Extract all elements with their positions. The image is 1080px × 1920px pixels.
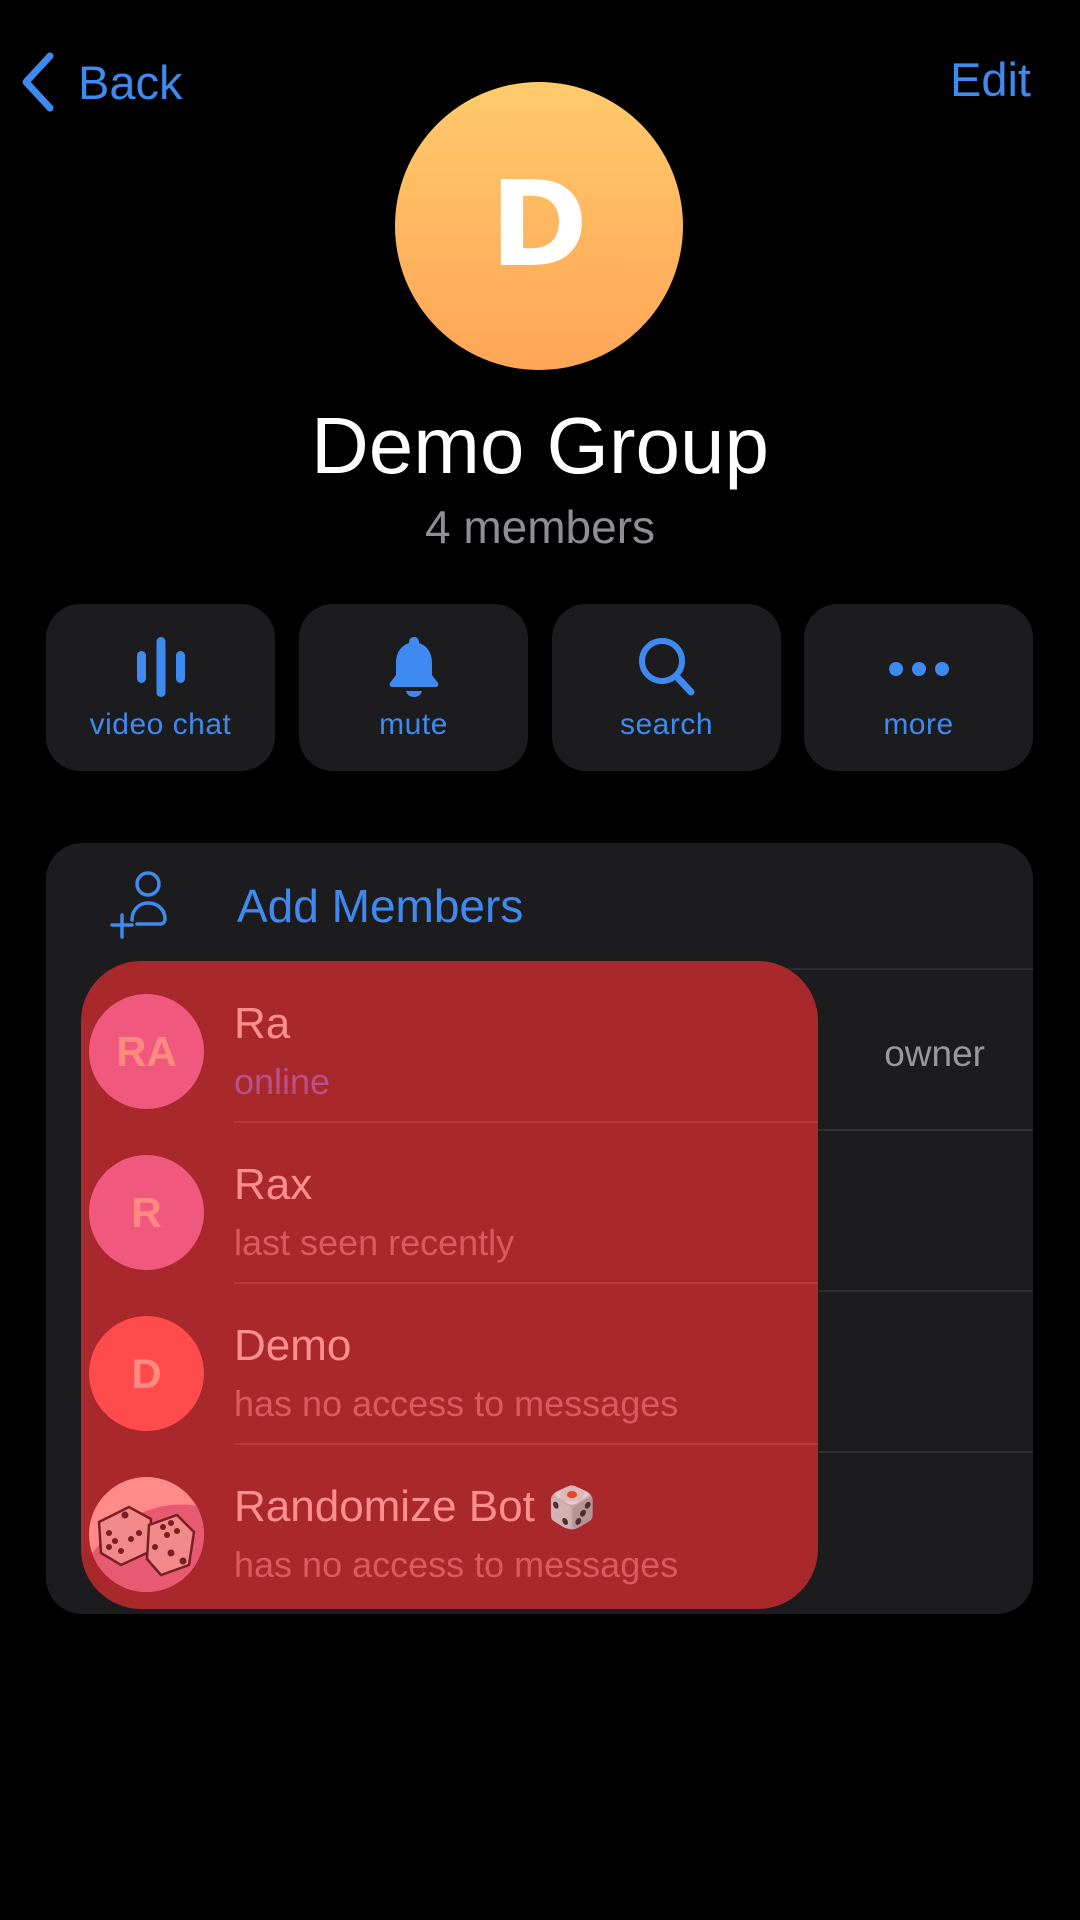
dice-emoji-icon: 🎲 bbox=[547, 1486, 597, 1530]
bell-icon bbox=[389, 637, 438, 697]
member-row-demo[interactable]: D Demo has no access to messages bbox=[81, 1283, 818, 1445]
add-members-button[interactable]: Add Members bbox=[46, 843, 1033, 968]
member-name: Randomize Bot 🎲 bbox=[234, 1482, 597, 1532]
member-status: has no access to messages bbox=[234, 1383, 679, 1424]
member-status: online bbox=[234, 1061, 331, 1102]
member-initials: R bbox=[131, 1188, 162, 1236]
member-count: 4 members bbox=[424, 501, 656, 553]
voice-chat-bars-icon bbox=[136, 637, 185, 697]
chevron-left-icon bbox=[22, 52, 54, 112]
edit-button[interactable]: Edit bbox=[950, 52, 1031, 107]
back-button[interactable]: Back bbox=[18, 44, 183, 120]
member-name: Ra bbox=[234, 999, 291, 1048]
member-avatar: RA bbox=[89, 994, 204, 1109]
owner-badge: owner bbox=[884, 1033, 985, 1074]
back-label: Back bbox=[78, 55, 183, 109]
add-members-label: Add Members bbox=[237, 880, 524, 932]
member-initials: RA bbox=[116, 1027, 177, 1075]
member-name: Demo bbox=[234, 1321, 352, 1370]
bot-avatar bbox=[89, 1477, 204, 1592]
member-row-ra[interactable]: RA Ra online bbox=[81, 961, 818, 1123]
search-button[interactable]: search bbox=[552, 604, 781, 771]
mute-label: mute bbox=[379, 708, 448, 741]
dice-icon bbox=[89, 1504, 204, 1592]
more-button[interactable]: more bbox=[804, 604, 1033, 771]
search-icon bbox=[638, 638, 694, 696]
more-label: more bbox=[883, 708, 954, 741]
member-name: Rax bbox=[234, 1160, 313, 1209]
search-label: search bbox=[619, 708, 714, 741]
member-name-text: Randomize Bot bbox=[234, 1482, 535, 1531]
member-avatar: D bbox=[89, 1316, 204, 1431]
add-person-icon bbox=[110, 871, 167, 939]
member-status: last seen recently bbox=[234, 1222, 515, 1263]
member-selection-overlay: RA Ra online R Rax last seen recently D … bbox=[81, 961, 818, 1609]
group-avatar[interactable]: D bbox=[395, 82, 683, 370]
group-avatar-initial: D bbox=[490, 155, 588, 293]
member-status: has no access to messages bbox=[234, 1544, 679, 1585]
member-avatar: R bbox=[89, 1155, 204, 1270]
member-row-randomize-bot[interactable]: Randomize Bot 🎲 has no access to message… bbox=[81, 1444, 818, 1605]
member-initials: D bbox=[131, 1349, 162, 1397]
mute-button[interactable]: mute bbox=[299, 604, 528, 771]
member-row-rax[interactable]: R Rax last seen recently bbox=[81, 1122, 818, 1284]
video-chat-button[interactable]: video chat bbox=[46, 604, 275, 771]
video-chat-label: video chat bbox=[89, 708, 232, 741]
ellipsis-icon bbox=[888, 662, 949, 676]
group-title: Demo Group bbox=[311, 401, 769, 490]
